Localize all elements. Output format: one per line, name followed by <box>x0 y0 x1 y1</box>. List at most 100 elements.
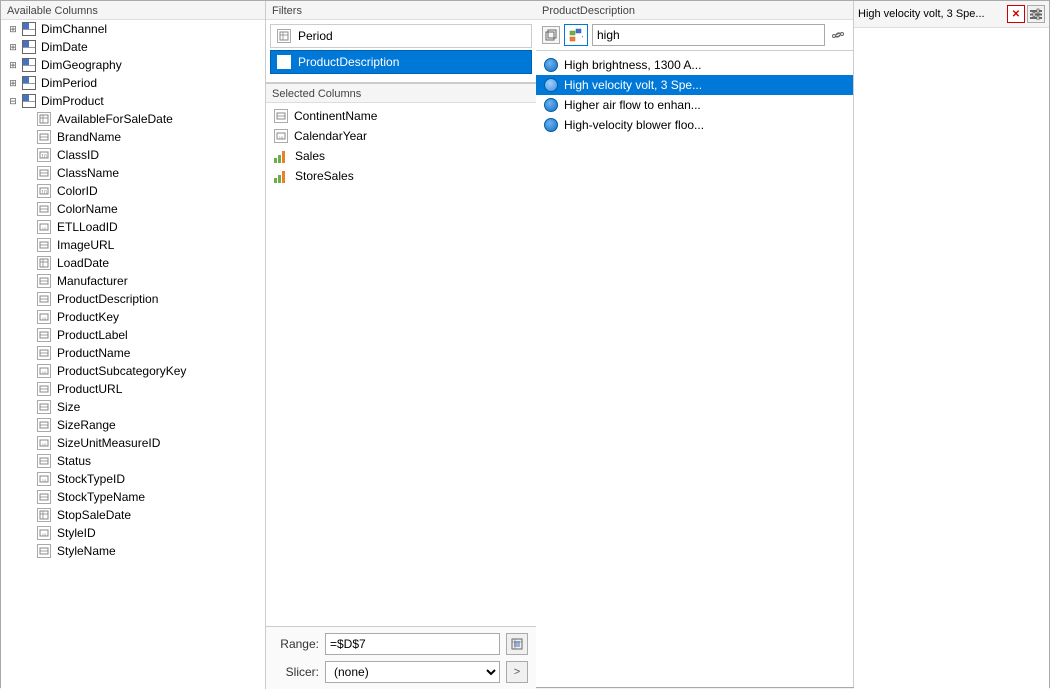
tree-item-StockTypeName[interactable]: · StockTypeName <box>1 488 265 506</box>
selected-value-panel: High velocity volt, 3 Spe... ✕ <box>854 1 1049 689</box>
svg-text:10: 10 <box>42 316 47 321</box>
link-icon[interactable] <box>829 26 847 44</box>
available-columns-header: Available Columns <box>1 1 265 20</box>
field-icon-StyleID: 10 <box>37 526 51 540</box>
table-icon-DimProduct <box>21 93 37 109</box>
search-result-2[interactable]: High velocity volt, 3 Spe... <box>536 75 853 95</box>
tree-item-ETLLoadID[interactable]: · 10 ETLLoadID <box>1 218 265 236</box>
selected-col-ContinentName[interactable]: ContinentName <box>270 107 532 125</box>
expand-DimGeography[interactable]: ⊞ <box>5 57 21 73</box>
tree-item-Manufacturer[interactable]: · Manufacturer <box>1 272 265 290</box>
tree-item-SizeUnitMeasureID[interactable]: · 10 SizeUnitMeasureID <box>1 434 265 452</box>
range-row: Range: <box>274 633 528 655</box>
field-icon-ETLLoadID: 10 <box>37 220 51 234</box>
expand-DimProduct[interactable]: ⊟ <box>5 93 21 109</box>
filters-list: Period ProductDescription <box>266 20 536 78</box>
label-Manufacturer: Manufacturer <box>55 274 128 288</box>
field-icon-ProductSubcategoryKey: 10 <box>37 364 51 378</box>
label-DimProduct: DimProduct <box>39 94 104 108</box>
tree-item-ProductDescription[interactable]: · ProductDescription <box>1 290 265 308</box>
tree-item-Size[interactable]: · Size <box>1 398 265 416</box>
field-icon-ColorID: 10 <box>37 184 51 198</box>
tree-item-DimGeography[interactable]: ⊞ DimGeography <box>1 56 265 74</box>
slicer-select[interactable]: (none) <box>325 661 500 683</box>
label-ColorName: ColorName <box>55 202 118 216</box>
selected-col-Sales[interactable]: Sales <box>270 147 532 165</box>
filter-dropdown-button[interactable]: ▾ <box>564 24 588 46</box>
search-result-4[interactable]: High-velocity blower floo... <box>536 115 853 135</box>
range-input[interactable] <box>325 633 500 655</box>
table-icon-DimGeography <box>21 57 37 73</box>
label-DimGeography: DimGeography <box>39 58 122 72</box>
search-bar: ▾ <box>536 20 853 51</box>
tree-item-ProductURL[interactable]: · ProductURL <box>1 380 265 398</box>
close-selected-button[interactable]: ✕ <box>1007 5 1025 23</box>
tree-item-ColorID[interactable]: · 10 ColorID <box>1 182 265 200</box>
svg-text:10: 10 <box>42 442 47 447</box>
tree-item-ClassID[interactable]: · 10 ClassID <box>1 146 265 164</box>
field-icon-Status <box>37 454 51 468</box>
tree-item-DimProduct[interactable]: ⊟ DimProduct <box>1 92 265 110</box>
tree-item-ClassName[interactable]: · ClassName <box>1 164 265 182</box>
tree-item-StyleName[interactable]: · StyleName <box>1 542 265 560</box>
tree-item-ProductSubcategoryKey[interactable]: · 10 ProductSubcategoryKey <box>1 362 265 380</box>
selected-columns-section: Selected Columns ContinentName <box>266 83 536 626</box>
field-icon-ProductKey: 10 <box>37 310 51 324</box>
field-icon-ContinentName <box>274 109 288 123</box>
main-container: Available Columns ⊞ DimChannel ⊞ DimDate… <box>0 0 1050 688</box>
svg-text:▾: ▾ <box>582 33 583 42</box>
expand-DimDate[interactable]: ⊞ <box>5 39 21 55</box>
tree-item-StockTypeID[interactable]: · 10 StockTypeID <box>1 470 265 488</box>
available-columns-panel: Available Columns ⊞ DimChannel ⊞ DimDate… <box>1 1 266 689</box>
tree-item-StyleID[interactable]: · 10 StyleID <box>1 524 265 542</box>
tree-item-BrandName[interactable]: · BrandName <box>1 128 265 146</box>
label-ColorID: ColorID <box>55 184 98 198</box>
tree-item-StopSaleDate[interactable]: · StopSaleDate <box>1 506 265 524</box>
product-desc-header: ProductDescription <box>536 1 853 20</box>
field-icon-Manufacturer <box>37 274 51 288</box>
search-input[interactable] <box>592 24 825 46</box>
globe-icon-3 <box>544 98 558 112</box>
tree-item-ColorName[interactable]: · ColorName <box>1 200 265 218</box>
label-SizeRange: SizeRange <box>55 418 116 432</box>
label-BrandName: BrandName <box>55 130 121 144</box>
tree-item-ImageURL[interactable]: · ImageURL <box>1 236 265 254</box>
label-ETLLoadID: ETLLoadID <box>55 220 118 234</box>
slicer-arrow-button[interactable]: > <box>506 661 528 683</box>
tree-item-Status[interactable]: · Status <box>1 452 265 470</box>
label-ImageURL: ImageURL <box>55 238 114 252</box>
svg-text:10: 10 <box>42 478 47 483</box>
selected-value-bar: High velocity volt, 3 Spe... ✕ <box>854 1 1049 28</box>
filter-icon-Period <box>276 28 292 44</box>
tree-item-LoadDate[interactable]: · LoadDate <box>1 254 265 272</box>
chevron-right-icon: > <box>514 666 520 678</box>
tree-item-DimDate[interactable]: ⊞ DimDate <box>1 38 265 56</box>
search-result-1[interactable]: High brightness, 1300 A... <box>536 55 853 75</box>
label-StopSaleDate: StopSaleDate <box>55 508 131 522</box>
field-icon-StyleName <box>37 544 51 558</box>
label-ProductName: ProductName <box>55 346 130 360</box>
search-result-3[interactable]: Higher air flow to enhan... <box>536 95 853 115</box>
tree-container[interactable]: ⊞ DimChannel ⊞ DimDate ⊞ DimGeography ⊞ … <box>1 20 265 686</box>
expand-DimChannel[interactable]: ⊞ <box>5 21 21 37</box>
label-DimChannel: DimChannel <box>39 22 107 36</box>
tree-item-AvailableForSaleDate[interactable]: · AvailableForSaleDate <box>1 110 265 128</box>
selected-col-CalendarYear[interactable]: 10 CalendarYear <box>270 127 532 145</box>
copy-icon[interactable] <box>542 26 560 44</box>
settings-button[interactable] <box>1027 5 1045 23</box>
range-label: Range: <box>274 637 319 651</box>
tree-item-DimChannel[interactable]: ⊞ DimChannel <box>1 20 265 38</box>
tree-item-ProductLabel[interactable]: · ProductLabel <box>1 326 265 344</box>
selected-col-StoreSales[interactable]: StoreSales <box>270 167 532 185</box>
measure-icon-Sales <box>274 149 288 163</box>
expand-DimPeriod[interactable]: ⊞ <box>5 75 21 91</box>
filter-item-Period[interactable]: Period <box>270 24 532 48</box>
tree-item-SizeRange[interactable]: · SizeRange <box>1 416 265 434</box>
tree-item-ProductName[interactable]: · ProductName <box>1 344 265 362</box>
filter-item-ProductDescription[interactable]: ProductDescription <box>270 50 532 74</box>
globe-icon-1 <box>544 58 558 72</box>
range-pick-button[interactable] <box>506 633 528 655</box>
tree-item-DimPeriod[interactable]: ⊞ DimPeriod <box>1 74 265 92</box>
label-SizeUnitMeasureID: SizeUnitMeasureID <box>55 436 160 450</box>
tree-item-ProductKey[interactable]: · 10 ProductKey <box>1 308 265 326</box>
